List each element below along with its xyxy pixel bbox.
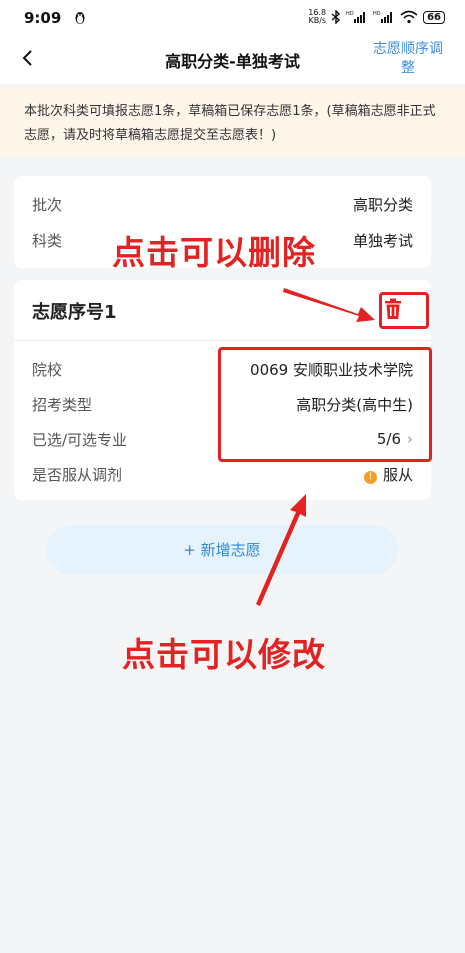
add-choice-button[interactable]: + 新增志愿 — [46, 525, 398, 575]
adjust-order-label-1: 志愿顺序调 — [373, 41, 443, 57]
wifi-icon — [400, 10, 418, 24]
category-label: 科类 — [32, 231, 63, 250]
status-bar: 9:09 16.8 KB/s HD HD 66 — [0, 0, 465, 34]
status-right: 16.8 KB/s HD HD 66 — [308, 9, 445, 25]
majors-label: 已选/可选专业 — [32, 430, 128, 449]
adjust-value: 服从 — [382, 465, 413, 484]
adjust-value-wrap: ! 服从 — [363, 464, 413, 485]
annotation-delete-hint: 点击可以删除 — [112, 233, 316, 272]
signal-hd-icon-2: HD — [373, 11, 393, 23]
status-time: 9:09 — [24, 8, 62, 27]
svg-text:HD: HD — [346, 11, 354, 17]
admission-type-label: 招考类型 — [32, 395, 93, 414]
annotation-edit-hint: 点击可以修改 — [122, 635, 326, 674]
signal-hd-icon: HD — [346, 11, 366, 23]
bluetooth-icon — [331, 10, 341, 24]
adjust-label: 是否服从调剂 — [32, 465, 123, 484]
annotation-box-delete — [379, 292, 429, 329]
adjust-order-button[interactable]: 志愿顺序调 整 — [363, 40, 453, 78]
school-label: 院校 — [32, 360, 63, 379]
warning-dot-icon: ! — [363, 470, 377, 484]
net-speed-unit: KB/s — [308, 16, 327, 25]
choice-number-title: 志愿序号1 — [32, 302, 117, 323]
batch-label: 批次 — [32, 195, 63, 214]
adjust-order-label-2: 整 — [401, 60, 415, 76]
batch-row: 批次 高职分类 — [32, 192, 413, 216]
svg-text:HD: HD — [373, 11, 381, 17]
adjust-row[interactable]: 是否服从调剂 ! 服从 — [32, 462, 413, 486]
battery-indicator: 66 — [423, 10, 445, 24]
category-value: 单独考试 — [352, 231, 413, 250]
qq-penguin-icon — [75, 11, 85, 24]
batch-value: 高职分类 — [352, 195, 413, 214]
choice-card-header: 志愿序号1 — [14, 280, 431, 341]
notice-banner: 本批次科类可填报志愿1条，草稿箱已保存志愿1条，(草稿箱志愿非正式志愿，请及时将… — [0, 88, 465, 156]
status-left: 9:09 — [24, 8, 86, 27]
nav-bar: 高职分类-单独考试 志愿顺序调 整 — [0, 34, 465, 84]
annotation-box-edit — [218, 347, 432, 462]
notice-text: 本批次科类可填报志愿1条，草稿箱已保存志愿1条，(草稿箱志愿非正式志愿，请及时将… — [24, 104, 436, 143]
net-speed: 16.8 KB/s — [308, 9, 326, 25]
